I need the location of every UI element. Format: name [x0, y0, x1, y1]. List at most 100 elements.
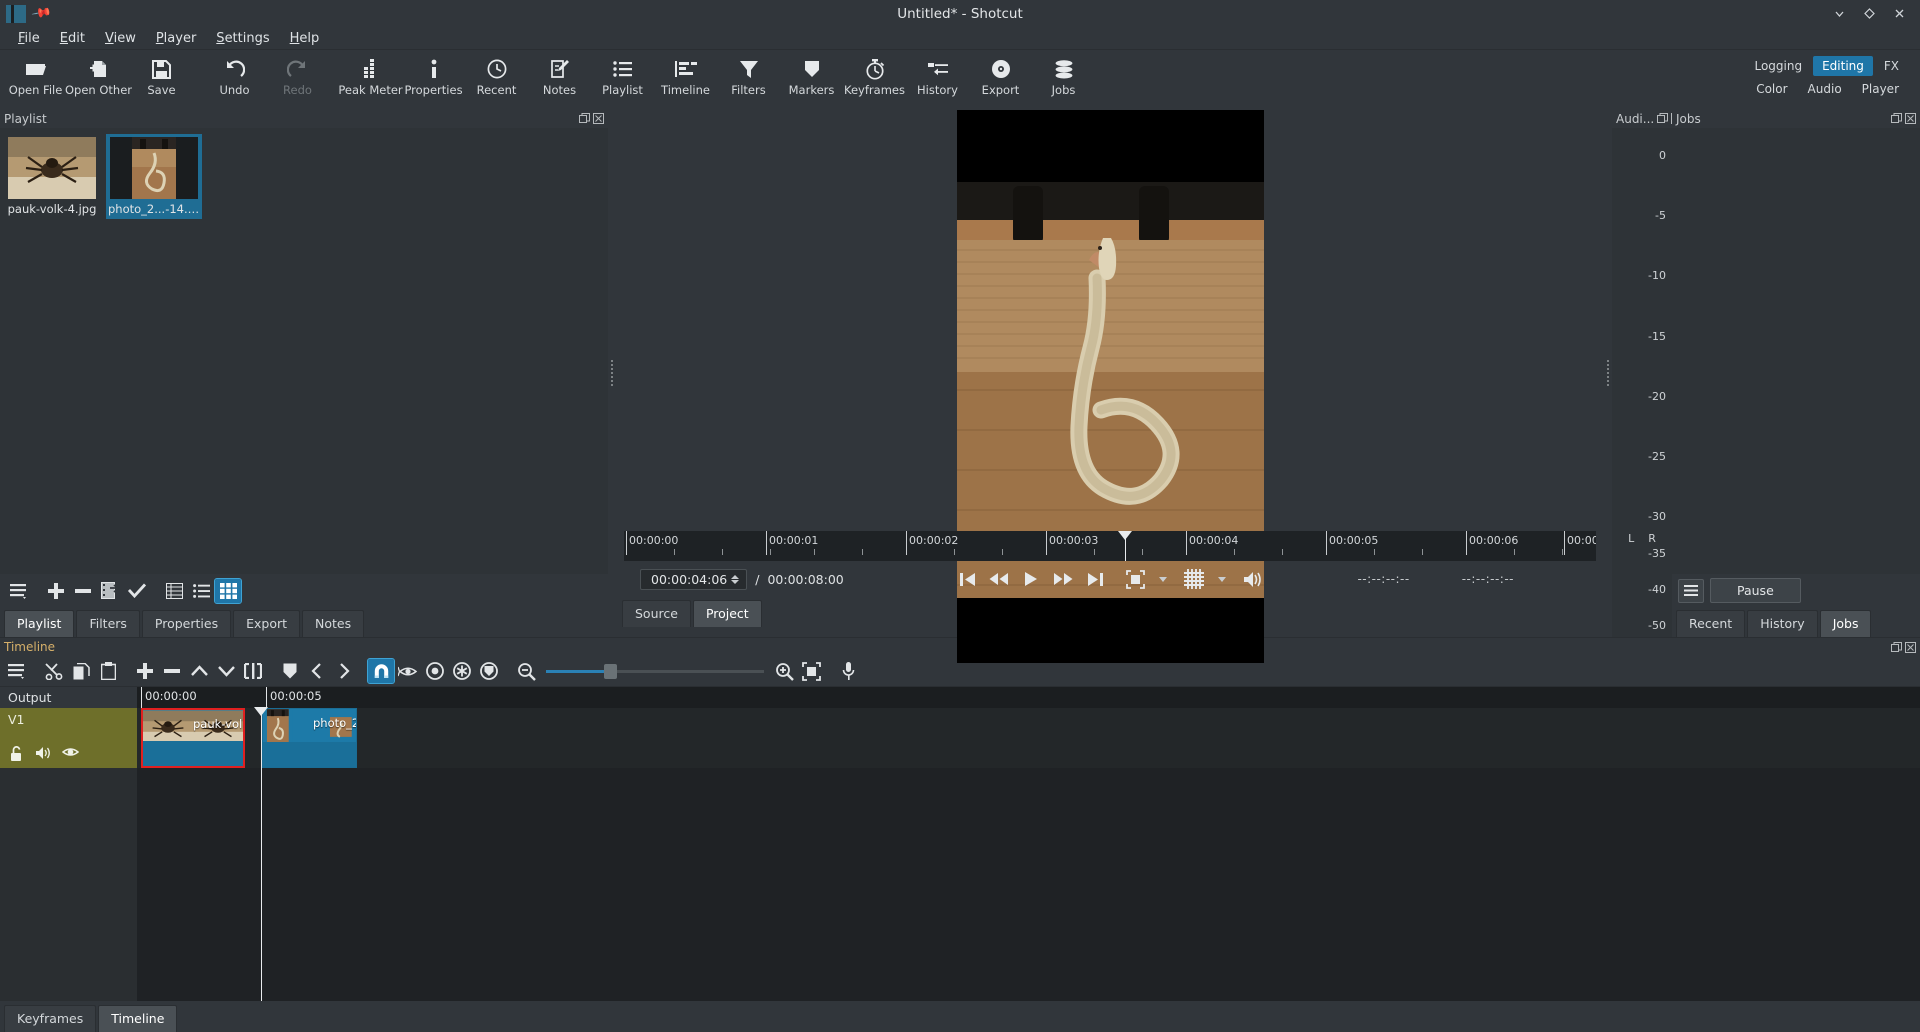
open-playlist-item-button[interactable] — [124, 579, 150, 603]
player-grid-button[interactable] — [1183, 568, 1205, 590]
toolbar-markers-button[interactable]: Markers — [780, 50, 843, 97]
layout-mode-player[interactable]: Player — [1853, 79, 1908, 99]
toolbar-open-other-button[interactable]: Open Other — [65, 50, 132, 97]
toolbar-notes-button[interactable]: Notes — [528, 50, 591, 97]
ripple-all-tracks-button[interactable] — [449, 659, 475, 683]
toolbar-history-button[interactable]: History — [906, 50, 969, 97]
float-panel-icon[interactable] — [1891, 641, 1902, 653]
timeline-zoom-in-button[interactable] — [771, 659, 797, 683]
close-icon[interactable] — [1892, 7, 1906, 21]
eye-icon[interactable] — [62, 746, 79, 762]
tab-keyframes[interactable]: Keyframes — [4, 1005, 97, 1032]
playlist-menu-button[interactable] — [6, 579, 32, 603]
record-audio-button[interactable] — [835, 659, 861, 683]
lift-button[interactable] — [186, 659, 212, 683]
ripple-delete-button[interactable] — [159, 659, 185, 683]
toolbar-jobs-button[interactable]: Jobs — [1032, 50, 1095, 97]
tab-notes[interactable]: Notes — [302, 610, 365, 637]
view-icons-button[interactable] — [214, 577, 242, 604]
timeline-track-row-v1[interactable]: pauk-volk photo_202 — [137, 707, 1920, 768]
float-panel-icon[interactable] — [579, 113, 590, 124]
timeline-menu-button[interactable] — [4, 659, 30, 683]
timeline-clip-0[interactable]: pauk-volk — [141, 708, 245, 768]
minimize-icon[interactable] — [1832, 7, 1846, 21]
close-panel-icon[interactable] — [1905, 113, 1916, 124]
split-button[interactable] — [240, 659, 266, 683]
tab-history[interactable]: History — [1747, 610, 1818, 637]
rewind-button[interactable] — [988, 568, 1010, 590]
menu-help[interactable]: Help — [280, 29, 330, 48]
tab-export[interactable]: Export — [233, 610, 301, 637]
timeline-clip-1[interactable]: photo_202 — [262, 708, 357, 768]
player-scrub-bar[interactable]: 00:00:00 00:00:01 00:00:02 00:00:03 00:0… — [624, 531, 1596, 561]
player-zoom-dropdown-icon[interactable] — [1159, 576, 1167, 582]
toolbar-save-button[interactable]: Save — [130, 50, 193, 97]
timeline-zoom-fit-button[interactable] — [798, 659, 824, 683]
timeline-output-label[interactable]: Output — [0, 687, 137, 708]
position-timecode-box[interactable]: 00:00:04:06 — [640, 568, 748, 590]
timeline-track-header-v1[interactable]: V1 — [0, 708, 137, 768]
toolbar-open-file-button[interactable]: Open File — [4, 50, 67, 97]
copy-button[interactable] — [68, 659, 94, 683]
previous-marker-button[interactable] — [304, 659, 330, 683]
timeline-zoom-slider[interactable] — [546, 663, 764, 679]
menu-file[interactable]: File — [8, 29, 50, 48]
overwrite-button[interactable] — [213, 659, 239, 683]
tab-playlist[interactable]: Playlist — [4, 610, 75, 637]
play-button[interactable] — [1020, 568, 1042, 590]
player-zoom-button[interactable] — [1124, 568, 1146, 590]
playlist-player-splitter[interactable] — [608, 109, 616, 637]
close-panel-icon[interactable] — [1905, 641, 1916, 653]
menu-player[interactable]: Player — [146, 29, 206, 48]
maximize-icon[interactable] — [1862, 7, 1876, 21]
volume-button[interactable] — [1242, 568, 1264, 590]
tab-source[interactable]: Source — [622, 600, 691, 627]
toolbar-export-button[interactable]: Export — [969, 50, 1032, 97]
add-to-playlist-button[interactable] — [43, 579, 69, 603]
cut-button[interactable] — [41, 659, 67, 683]
tab-timeline[interactable]: Timeline — [98, 1005, 178, 1032]
skip-to-next-point-button[interactable] — [1084, 568, 1106, 590]
toolbar-recent-button[interactable]: Recent — [465, 50, 528, 97]
timeline-ruler[interactable]: 00:00:00 00:00:05 — [137, 687, 1920, 708]
append-button[interactable] — [132, 659, 158, 683]
menu-view[interactable]: View — [95, 29, 146, 48]
create-marker-button[interactable] — [277, 659, 303, 683]
toolbar-undo-button[interactable]: Undo — [203, 50, 266, 97]
unlocked-icon[interactable] — [10, 746, 24, 762]
update-playlist-item-button[interactable] — [97, 579, 123, 603]
player-position-field[interactable]: 00:00:04:06 / 00:00:08:00 — [640, 568, 844, 590]
layout-mode-color[interactable]: Color — [1747, 79, 1796, 99]
next-marker-button[interactable] — [331, 659, 357, 683]
jobs-menu-button[interactable] — [1678, 578, 1704, 603]
float-panel-icon[interactable] — [1657, 113, 1669, 124]
jobs-pause-button[interactable]: Pause — [1710, 578, 1801, 603]
speaker-icon[interactable] — [35, 746, 51, 762]
view-tiles-button[interactable] — [188, 579, 214, 603]
close-panel-icon[interactable] — [593, 113, 604, 124]
float-panel-icon[interactable] — [1891, 113, 1902, 124]
toolbar-keyframes-button[interactable]: Keyframes — [843, 50, 906, 97]
fast-forward-button[interactable] — [1052, 568, 1074, 590]
toolbar-playlist-button[interactable]: Playlist — [591, 50, 654, 97]
timeline-zoom-out-button[interactable] — [513, 659, 539, 683]
playlist-item-0[interactable]: pauk-volk-4.jpg — [4, 134, 100, 219]
position-spinner[interactable] — [731, 574, 742, 584]
toolbar-properties-button[interactable]: Properties — [402, 50, 465, 97]
zoom-slider-handle[interactable] — [604, 663, 617, 679]
player-meter-splitter[interactable] — [1604, 109, 1612, 637]
scrub-while-dragging-button[interactable] — [395, 659, 421, 683]
layout-mode-fx[interactable]: FX — [1875, 56, 1908, 76]
pin-icon[interactable]: 📌 — [30, 3, 52, 25]
layout-mode-audio[interactable]: Audio — [1799, 79, 1851, 99]
toolbar-filters-button[interactable]: Filters — [717, 50, 780, 97]
skip-to-start-button[interactable] — [956, 568, 978, 590]
video-preview-area[interactable] — [616, 109, 1604, 663]
playlist-item-1[interactable]: photo_2...-14.jpg — [106, 134, 202, 219]
tab-filters[interactable]: Filters — [76, 610, 140, 637]
player-grid-dropdown-icon[interactable] — [1218, 576, 1226, 582]
paste-button[interactable] — [95, 659, 121, 683]
menu-settings[interactable]: Settings — [206, 29, 279, 48]
remove-from-playlist-button[interactable] — [70, 579, 96, 603]
toolbar-timeline-button[interactable]: Timeline — [654, 50, 717, 97]
